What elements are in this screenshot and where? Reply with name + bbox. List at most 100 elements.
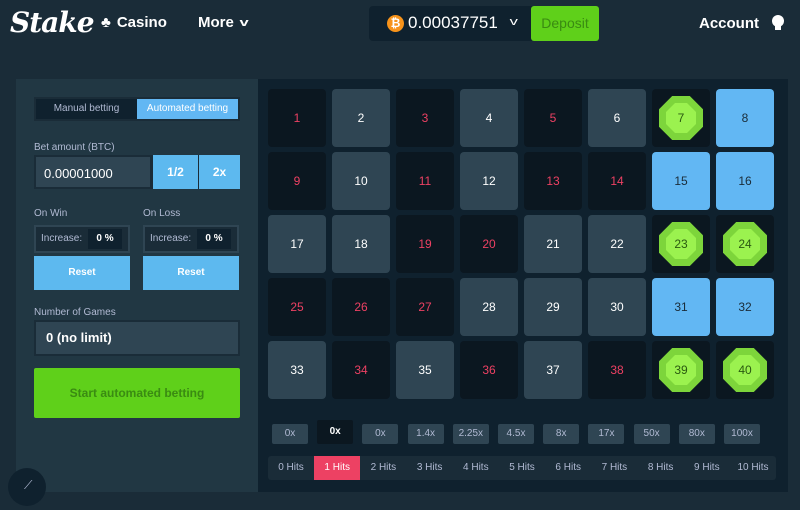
- half-bet-button[interactable]: 1/2: [152, 155, 198, 189]
- keno-tile[interactable]: 22: [588, 215, 646, 273]
- bet-amount-label: Bet amount (BTC): [34, 142, 115, 153]
- on-loss-increase-input[interactable]: 0 %: [197, 229, 231, 249]
- on-win-increase-input[interactable]: 0 %: [88, 229, 122, 249]
- bet-amount-input[interactable]: 0.00001000: [34, 155, 152, 189]
- deposit-button[interactable]: Deposit: [531, 6, 599, 41]
- hits-count-label: 4 Hits: [463, 462, 489, 473]
- keno-tile[interactable]: 13: [524, 152, 582, 210]
- account-button[interactable]: Account: [699, 15, 759, 32]
- payout-multiplier: 50x: [633, 424, 670, 444]
- keno-tile[interactable]: 37: [524, 341, 582, 399]
- keno-tile[interactable]: 20: [460, 215, 518, 273]
- nav-more-label: More: [198, 14, 234, 31]
- keno-tile[interactable]: 26: [332, 278, 390, 336]
- hits-count-label: 5 Hits: [509, 462, 535, 473]
- payout-multiplier: 80x: [678, 424, 715, 444]
- lightbulb-icon[interactable]: [772, 15, 785, 30]
- hits-count-label: 9 Hits: [694, 462, 720, 473]
- chevron-down-icon: v: [239, 16, 249, 29]
- keno-tile[interactable]: 7: [652, 89, 710, 147]
- number-of-games-input[interactable]: 0 (no limit): [34, 320, 240, 356]
- keno-tile[interactable]: 19: [396, 215, 454, 273]
- keno-tile[interactable]: 6: [588, 89, 646, 147]
- club-icon: ♣: [101, 14, 111, 31]
- keno-tile[interactable]: 12: [460, 152, 518, 210]
- hits-count-label: 6 Hits: [555, 462, 581, 473]
- keno-tile[interactable]: 9: [268, 152, 326, 210]
- payout-multiplier: 17x: [588, 424, 625, 444]
- keno-board: 1 2 3 4 5 6 7 8 9 10 11 12 13 14 15 16 17 18 19 20 21 22 23 24 2…: [258, 79, 788, 492]
- keno-tile[interactable]: 1: [268, 89, 326, 147]
- keno-tile[interactable]: 35: [396, 341, 454, 399]
- hits-count-label: 2 Hits: [370, 462, 397, 473]
- keno-tile[interactable]: 5: [524, 89, 582, 147]
- hits-count-label: 0 Hits: [278, 462, 304, 473]
- tile-number: 24: [738, 237, 752, 251]
- keno-tile[interactable]: 39: [652, 341, 710, 399]
- hits-count-label: 10 Hits: [737, 462, 769, 473]
- keno-tile[interactable]: 21: [524, 215, 582, 273]
- keno-tile[interactable]: 32: [716, 278, 774, 336]
- wallet-selector[interactable]: ₿ 0.00037751 v Deposit: [369, 6, 599, 41]
- nav-more-dropdown[interactable]: More v: [198, 14, 249, 31]
- hits-count-label: 7 Hits: [601, 462, 628, 473]
- keno-tile[interactable]: 29: [524, 278, 582, 336]
- tile-number: 7: [677, 111, 685, 125]
- corner-widget-icon: ⟋: [24, 478, 33, 492]
- hits-row: 0 Hits 1 Hits 2 Hits 3 Hits 4 Hits 5 Hits 6 Hi…: [268, 456, 776, 480]
- payout-multiplier: 2.25x: [452, 424, 489, 444]
- double-bet-button[interactable]: 2x: [198, 155, 240, 189]
- tile-number: 39: [674, 363, 688, 377]
- payout-multiplier: 0x: [272, 424, 308, 444]
- corner-widget-button[interactable]: ⟋: [8, 468, 46, 506]
- payout-multiplier: 4.5x: [498, 424, 534, 444]
- keno-tile[interactable]: 33: [268, 341, 326, 399]
- on-loss-label: On Loss: [143, 208, 181, 219]
- on-win-reset-button[interactable]: Reset: [34, 256, 130, 290]
- keno-tile[interactable]: 18: [332, 215, 390, 273]
- keno-tile[interactable]: 30: [588, 278, 646, 336]
- keno-tile[interactable]: 34: [332, 341, 390, 399]
- keno-tile[interactable]: 11: [396, 152, 454, 210]
- payout-multiplier: 0x: [317, 420, 354, 444]
- keno-tile[interactable]: 27: [396, 278, 454, 336]
- on-loss-increase-label: Increase:: [150, 233, 192, 244]
- on-win-increase-field: Increase: 0 %: [34, 225, 130, 253]
- keno-tile[interactable]: 4: [460, 89, 518, 147]
- keno-tile[interactable]: 15: [652, 152, 710, 210]
- number-of-games-label: Number of Games: [34, 307, 116, 318]
- payout-multiplier: 0x: [362, 424, 399, 444]
- on-loss-increase-field: Increase: 0 %: [143, 225, 239, 253]
- nav-casino-label: Casino: [116, 14, 167, 31]
- nav-casino[interactable]: ♣ Casino: [101, 14, 167, 31]
- keno-tile[interactable]: 25: [268, 278, 326, 336]
- keno-tile[interactable]: 40: [716, 341, 774, 399]
- keno-tile[interactable]: 17: [268, 215, 326, 273]
- keno-tile[interactable]: 24: [716, 215, 774, 273]
- tab-automated-betting[interactable]: Automated betting: [137, 99, 238, 119]
- stake-logo[interactable]: Stake: [10, 6, 95, 39]
- tab-manual-betting[interactable]: Manual betting: [36, 99, 137, 119]
- keno-tile[interactable]: 3: [396, 89, 454, 147]
- keno-tile[interactable]: 8: [716, 89, 774, 147]
- payout-multiplier: 1.4x: [407, 424, 444, 444]
- on-win-label: On Win: [34, 208, 68, 219]
- keno-tile[interactable]: 14: [588, 152, 646, 210]
- payout-multiplier: 8x: [543, 424, 580, 444]
- on-loss-reset-button[interactable]: Reset: [143, 256, 239, 290]
- keno-tile[interactable]: 31: [652, 278, 710, 336]
- wallet-balance: 0.00037751: [408, 13, 498, 32]
- keno-tile[interactable]: 23: [652, 215, 710, 273]
- payout-multiplier: 100x: [724, 424, 760, 444]
- keno-tile[interactable]: 28: [460, 278, 518, 336]
- tile-number: 40: [738, 363, 752, 377]
- keno-tile[interactable]: 36: [460, 341, 518, 399]
- betting-mode-toggle: Manual betting Automated betting: [34, 97, 240, 121]
- keno-tile[interactable]: 38: [588, 341, 646, 399]
- on-win-increase-label: Increase:: [41, 233, 83, 244]
- bet-amount-row: 0.00001000 1/2 2x: [34, 155, 240, 189]
- start-autobet-button[interactable]: Start automated betting: [34, 368, 240, 418]
- keno-tile[interactable]: 10: [332, 152, 390, 210]
- keno-tile[interactable]: 16: [716, 152, 774, 210]
- keno-tile[interactable]: 2: [332, 89, 390, 147]
